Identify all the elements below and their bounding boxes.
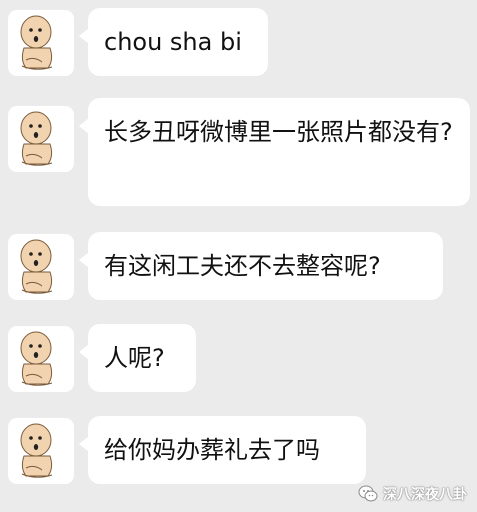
baby-avatar-icon [20,423,53,478]
message-text: 人呢? [104,344,165,372]
baby-avatar-icon [20,15,53,70]
chat-message: chou sha bi [0,8,477,76]
message-text: chou sha bi [104,28,242,56]
baby-avatar-icon [20,331,53,386]
baby-avatar-icon [20,239,53,294]
chat-message: 长多丑呀微博里一张照片都没有? [0,98,477,208]
message-bubble[interactable]: 给你妈办葬礼去了吗 [79,416,366,484]
message-bubble[interactable]: 有这闲工夫还不去整容呢? [79,232,443,300]
message-text: 给你妈办葬礼去了吗 [104,436,320,464]
chat-thread: chou sha bi 长多丑呀微博里一张照片都没有? 有这闲工夫还不去整容呢?… [0,0,477,512]
chat-message: 有这闲工夫还不去整容呢? [0,232,477,300]
avatar[interactable] [8,234,74,300]
wechat-icon [358,485,378,502]
chat-message: 给你妈办葬礼去了吗 [0,416,477,484]
chat-message: 人呢? [0,324,477,392]
avatar[interactable] [8,10,74,76]
avatar[interactable] [8,418,74,484]
watermark-text: 深八深夜八卦 [383,487,467,503]
avatar[interactable] [8,326,74,392]
baby-avatar-icon [20,111,53,166]
avatar[interactable] [8,106,74,172]
message-bubble[interactable]: 长多丑呀微博里一张照片都没有? [79,98,470,206]
message-text: 有这闲工夫还不去整容呢? [104,252,381,280]
watermark: 深八深夜八卦 [357,482,467,506]
message-text: 长多丑呀微博里一张照片都没有? [104,118,453,146]
message-bubble[interactable]: 人呢? [79,324,196,392]
message-bubble[interactable]: chou sha bi [79,8,268,76]
